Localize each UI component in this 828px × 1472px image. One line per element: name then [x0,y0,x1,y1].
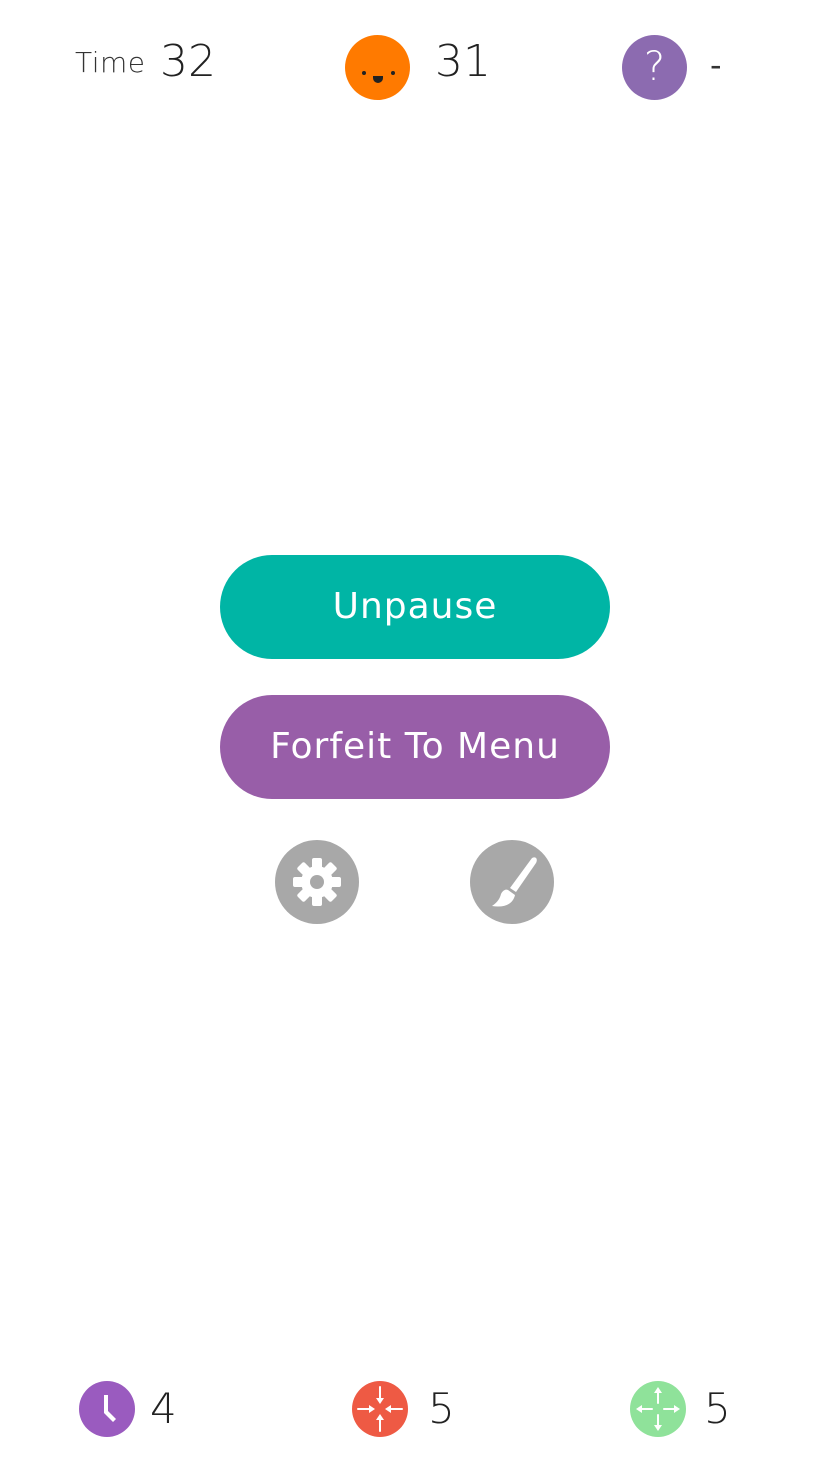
expand-arrows [636,1387,680,1431]
clock-hands [104,1395,116,1422]
question-mark-icon[interactable]: ? [622,35,687,100]
theme-button[interactable] [470,840,554,924]
face-mouth [373,76,383,83]
expand-arrows-icon[interactable] [630,1381,686,1437]
hidden-target-value: - [710,46,722,84]
shrink-arrows-icon[interactable] [352,1381,408,1437]
shrink-powerup-count: 5 [428,1384,455,1433]
shrink-arrows [357,1386,403,1432]
time-label: Time [75,46,146,79]
gear-icon [293,858,341,906]
face-left-eye [362,71,366,75]
unpause-button[interactable]: Unpause [220,555,610,659]
clock-powerup-count: 4 [150,1384,177,1433]
expand-powerup-count: 5 [704,1384,731,1433]
forfeit-to-menu-button[interactable]: Forfeit To Menu [220,695,610,799]
clock-icon[interactable] [79,1381,135,1437]
orange-face-icon [345,35,410,100]
time-value: 32 [160,36,216,87]
face-right-eye [391,71,395,75]
settings-button[interactable] [275,840,359,924]
score-value: 31 [435,36,491,87]
paint-brush-icon [492,857,537,907]
